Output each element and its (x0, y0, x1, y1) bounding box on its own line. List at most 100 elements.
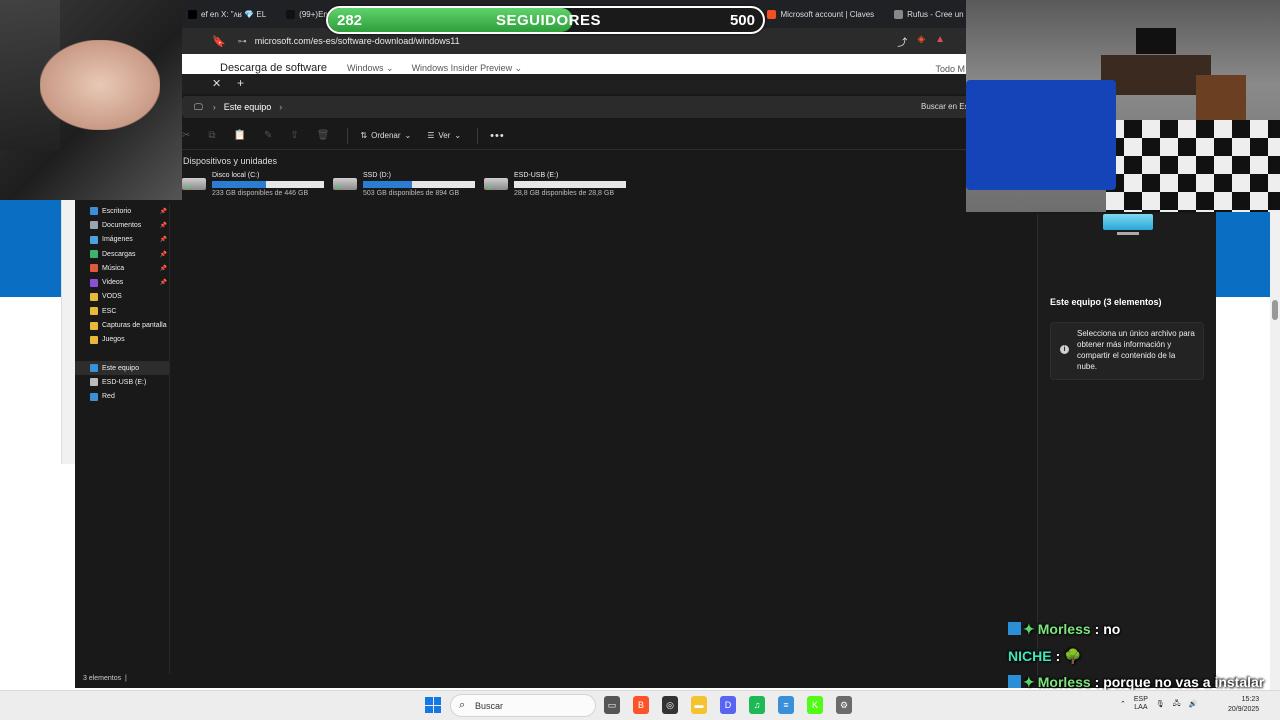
pin-icon[interactable]: 📌 (160, 236, 167, 243)
spotify-icon[interactable]: ♫ (749, 696, 765, 714)
discord-icon[interactable]: D (720, 696, 736, 714)
language-indicator[interactable]: ESP LAA (1134, 696, 1148, 712)
scrollbar-thumb[interactable] (1272, 300, 1278, 320)
share-icon[interactable]: ⤴ (897, 34, 907, 49)
webcam-room-feed (966, 0, 1280, 212)
nav-item[interactable]: ESC (75, 304, 169, 318)
taskbar: ⌕ Buscar ▭ B ◎ ▬ D ♫ ≡ K ⚙ ⌃ ESP LAA 🎙 🖧 🔊 15:23 … (0, 690, 1280, 720)
bookmark-icon[interactable]: 🔖 (212, 35, 226, 48)
drive-tile-d[interactable]: SSD (D:) 503 GB disponibles de 894 GB (333, 172, 483, 200)
browser-tab[interactable]: Microsoft account | Claves (761, 0, 880, 28)
web-nav-insider[interactable]: Windows Insider Preview ⌄ (412, 63, 523, 74)
nav-item[interactable]: ESD-USB (E:) (75, 375, 169, 389)
kick-icon[interactable]: K (807, 696, 823, 714)
cut-icon[interactable]: ✂ (182, 130, 190, 141)
explorer-search-input[interactable]: Buscar en Es (909, 96, 969, 118)
drive-usage-fill (363, 181, 413, 188)
nav-item[interactable]: Música 📌 (75, 261, 169, 275)
goal-label: SEGUIDORES (496, 12, 602, 29)
network-icon (90, 392, 98, 401)
pin-icon[interactable]: 📌 (160, 251, 167, 258)
brave-icon[interactable]: B (633, 696, 649, 714)
view-button[interactable]: ☰ Ver ⌄ (427, 131, 461, 140)
browser-tab-label: Microsoft account | Claves (780, 9, 875, 19)
rename-icon[interactable]: ✎ (264, 130, 272, 141)
x-icon (188, 9, 197, 19)
pin-icon[interactable]: 📌 (160, 222, 167, 229)
screen: ef en X: "ʌʁ 💎 EL(99+)EncuentWindows 10C… (0, 0, 1280, 720)
network-icon[interactable]: 🖧 (1173, 699, 1181, 710)
browser-tab[interactable]: Rufus - Cree un (888, 0, 967, 28)
pin-icon[interactable]: 📌 (160, 279, 167, 286)
pin-icon[interactable]: 📌 (160, 208, 167, 215)
nav-item[interactable]: Capturas de pantalla (75, 318, 169, 332)
pictures-icon (90, 235, 98, 244)
hard-drive-icon (182, 178, 206, 190)
nav-item[interactable]: VODS (75, 290, 169, 304)
nav-item[interactable]: Descargas 📌 (75, 247, 169, 261)
brave-rewards-icon[interactable]: ▲ (935, 34, 945, 49)
drive-tile-c[interactable]: Disco local (C:) 233 GB disponibles de 4… (182, 172, 332, 200)
web-nav-windows[interactable]: Windows ⌄ (347, 63, 394, 74)
settings-icon[interactable]: ⚙ (836, 696, 852, 714)
rufus-icon (894, 9, 904, 19)
lang-code: ESP (1133, 696, 1148, 703)
devices-section-title: Dispositivos y unidades (183, 156, 278, 166)
microphone-icon[interactable]: 🎙 (1156, 700, 1165, 708)
file-explorer-icon[interactable]: ▬ (691, 696, 707, 714)
clock[interactable]: 15:23 20/9/2025 (1228, 695, 1259, 715)
drive-name: SSD (D:) (363, 172, 391, 179)
obs-icon[interactable]: ◎ (662, 696, 678, 714)
chevron-right-icon[interactable]: › (279, 102, 282, 112)
drive-usage-bar (212, 181, 324, 188)
sort-icon: ⇅ (360, 131, 368, 140)
nav-item[interactable]: Red (75, 390, 169, 404)
copy-icon[interactable]: ⧉ (208, 130, 215, 141)
task-view-icon[interactable]: ▭ (604, 696, 620, 714)
browser-tab[interactable]: ef en X: "ʌʁ 💎 EL (182, 0, 272, 28)
delete-icon[interactable]: 🗑 (317, 130, 330, 141)
nav-item[interactable]: Este equipo (75, 360, 169, 376)
nav-item[interactable]: Documentos 📌 (75, 218, 169, 232)
brave-shield-icon[interactable]: ◈ (917, 34, 925, 49)
volume-icon[interactable]: 🔊 (1189, 700, 1198, 708)
notepad-icon[interactable]: ≡ (778, 696, 794, 714)
explorer-address-bar[interactable]: 🖵 › Este equipo › (182, 96, 967, 118)
chat-text: : 🌳 (1055, 648, 1082, 664)
pane-divider[interactable] (169, 204, 170, 674)
nav-item[interactable]: Imágenes 📌 (75, 233, 169, 247)
chevron-down-icon: ⌄ (404, 131, 412, 140)
nav-item[interactable]: Videos 📌 (75, 275, 169, 289)
drive-free-space: 503 GB disponibles de 894 GB (363, 190, 460, 197)
url-text[interactable]: microsoft.com/es-es/software-download/wi… (255, 36, 460, 46)
microsoft-icon (767, 9, 777, 19)
web-nav-all[interactable]: Todo M (935, 64, 965, 74)
start-button[interactable] (425, 697, 441, 713)
folder-icon (90, 335, 98, 344)
downloads-icon (90, 250, 98, 259)
chat-message: NICHE: 🌳 (1008, 643, 1280, 670)
path-segment[interactable]: Este equipo (224, 102, 272, 112)
browser-tab-label: ef en X: "ʌʁ 💎 EL (201, 9, 267, 19)
nav-item-label: Juegos (102, 336, 125, 344)
nav-item[interactable]: Escritorio 📌 (75, 204, 169, 218)
nav-item[interactable]: Juegos (75, 333, 169, 347)
this-pc-large-icon (1103, 214, 1153, 236)
pin-icon[interactable]: 📌 (160, 265, 167, 272)
navigation-pane: Escritorio 📌 Documentos 📌 Imágenes 📌 Descargas… (75, 204, 169, 404)
drive-tile-e[interactable]: ESD-USB (E:) 28,8 GB disponibles de 28,8… (484, 172, 634, 200)
chevron-up-icon[interactable]: ⌃ (1120, 700, 1126, 708)
system-tray: ⌃ ESP LAA 🎙 🖧 🔊 (1120, 696, 1197, 712)
new-tab-icon[interactable]: + (237, 76, 244, 90)
sort-button[interactable]: ⇅ Ordenar ⌄ (360, 131, 411, 140)
follower-goal-bar: 282 SEGUIDORES 500 (326, 6, 765, 34)
taskbar-search[interactable]: ⌕ Buscar (450, 694, 596, 717)
close-tab-icon[interactable]: ✕ (212, 77, 221, 90)
chevron-right-icon[interactable]: › (213, 102, 216, 112)
paste-icon[interactable]: 📋 (234, 130, 246, 141)
search-icon: ⌕ (459, 699, 466, 711)
site-info-icon[interactable]: ⊶ (238, 36, 247, 47)
share-icon[interactable]: ⇪ (290, 130, 298, 141)
toolbar-divider (347, 127, 349, 144)
more-options-icon[interactable]: ••• (490, 130, 505, 142)
